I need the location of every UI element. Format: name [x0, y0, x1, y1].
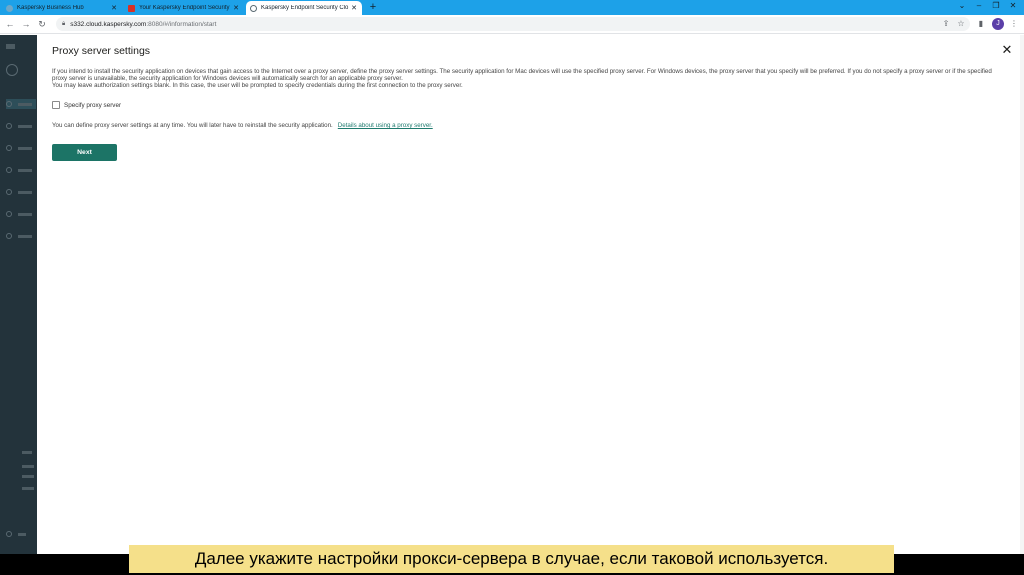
- proxy-details-link[interactable]: Details about using a proxy server.: [338, 122, 433, 129]
- sidebar-item-cloud[interactable]: [6, 187, 36, 197]
- description-paragraph: If you intend to install the security ap…: [52, 68, 992, 83]
- specify-proxy-option[interactable]: Specify proxy server: [52, 101, 121, 109]
- close-icon[interactable]: ✕: [1000, 43, 1014, 57]
- app-logo: [6, 64, 36, 76]
- hint-sentence: You can define proxy server settings at …: [52, 122, 333, 129]
- tab-kaspersky-business-hub[interactable]: Kaspersky Business Hub ✕: [2, 1, 122, 15]
- tab-kaspersky-endpoint-security-cloud[interactable]: Kaspersky Endpoint Security Clo ✕: [246, 1, 362, 15]
- address-bar[interactable]: 🔒︎ s332.cloud.kaspersky.com :8080/#/info…: [56, 17, 970, 31]
- url-host: s332.cloud.kaspersky.com: [70, 20, 147, 28]
- gear-icon: [6, 233, 12, 239]
- bookmark-star-icon[interactable]: ☆: [955, 18, 967, 30]
- gmail-favicon-icon: [128, 4, 135, 12]
- kaspersky-favicon-icon: [250, 4, 257, 12]
- description-paragraph: You may leave authorization settings bla…: [52, 82, 463, 90]
- hamburger-menu-icon[interactable]: [6, 41, 36, 51]
- menu-kebab-icon[interactable]: ⋮: [1008, 18, 1020, 30]
- dialog-title: Proxy server settings: [52, 45, 151, 57]
- lock-icon: 🔒︎: [62, 20, 66, 27]
- back-icon[interactable]: ←: [4, 18, 16, 30]
- close-tab-icon[interactable]: ✕: [110, 4, 118, 12]
- kaspersky-favicon-icon: [6, 4, 13, 12]
- side-panel-icon[interactable]: ▮: [975, 18, 987, 30]
- info-icon: [6, 101, 12, 107]
- sidebar-item-security[interactable]: [6, 165, 36, 175]
- window-close-icon[interactable]: ✕: [1006, 1, 1020, 10]
- sidebar-item-devices[interactable]: [6, 143, 36, 153]
- restore-icon[interactable]: ❐: [989, 1, 1003, 10]
- scrollbar[interactable]: [1020, 35, 1024, 554]
- close-tab-icon[interactable]: ✕: [350, 4, 358, 12]
- devices-icon: [6, 145, 12, 151]
- next-button[interactable]: Next: [52, 144, 117, 161]
- hint-text: You can define proxy server settings at …: [52, 122, 433, 129]
- share-icon[interactable]: ⇪: [940, 18, 952, 30]
- browser-window: Kaspersky Business Hub ✕ Your Kaspersky …: [0, 0, 1024, 554]
- reload-icon[interactable]: ↻: [36, 18, 48, 30]
- package-icon: [6, 211, 12, 217]
- sidebar-item-information[interactable]: [6, 99, 36, 109]
- sidebar-item-settings[interactable]: [6, 231, 36, 241]
- video-subtitle: Далее укажите настройки прокси-сервера в…: [129, 545, 894, 573]
- tab-strip: Kaspersky Business Hub ✕ Your Kaspersky …: [0, 0, 1024, 15]
- shield-icon: [6, 167, 12, 173]
- close-tab-icon[interactable]: ✕: [232, 4, 240, 12]
- cloud-icon: [6, 189, 12, 195]
- profile-avatar[interactable]: J: [992, 18, 1004, 30]
- app-sidebar: [0, 35, 37, 554]
- url-path: :8080/#/information/start: [146, 20, 217, 28]
- new-tab-button[interactable]: +: [367, 1, 379, 13]
- forward-icon[interactable]: →: [20, 18, 32, 30]
- sidebar-item-users[interactable]: [6, 121, 36, 131]
- browser-toolbar: ← → ↻ 🔒︎ s332.cloud.kaspersky.com :8080/…: [0, 15, 1024, 34]
- tab-search-icon[interactable]: ⌄: [955, 1, 969, 10]
- users-icon: [6, 123, 12, 129]
- account-icon[interactable]: [6, 529, 36, 539]
- specify-proxy-checkbox[interactable]: [52, 101, 60, 109]
- minimize-icon[interactable]: –: [972, 1, 986, 10]
- dialog-description: If you intend to install the security ap…: [52, 68, 1007, 89]
- proxy-settings-dialog: Proxy server settings ✕ If you intend to…: [37, 35, 1024, 554]
- tab-your-kaspersky-endpoint-security[interactable]: Your Kaspersky Endpoint Security ✕: [124, 1, 244, 15]
- sidebar-item-distribution[interactable]: [6, 209, 36, 219]
- checkbox-label: Specify proxy server: [64, 101, 122, 109]
